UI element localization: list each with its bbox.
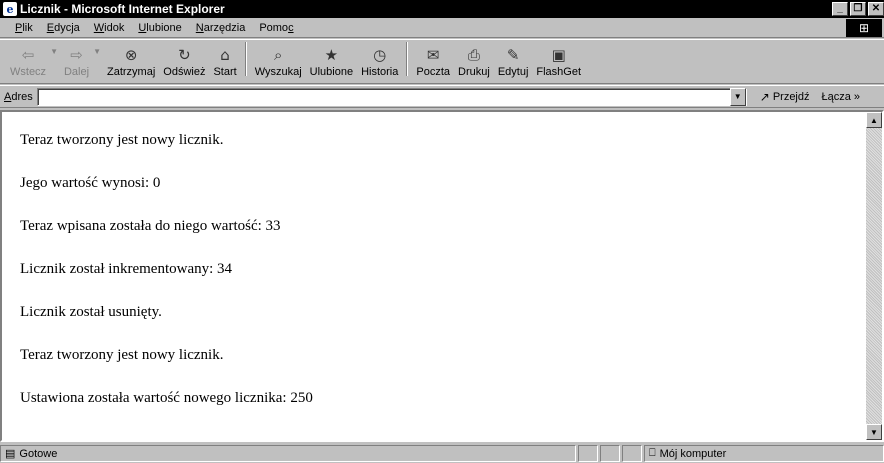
minimize-button[interactable]: _ <box>832 2 848 16</box>
title-bar: e Licznik - Microsoft Internet Explorer … <box>0 0 884 18</box>
edit-icon: ✎ <box>506 46 520 64</box>
content-line: Licznik został inkrementowany: 34 <box>20 261 233 277</box>
back-dropdown-icon[interactable]: ▼ <box>50 47 58 56</box>
security-zone: ⎕ Mój komputer <box>644 445 884 462</box>
address-input[interactable] <box>36 87 747 106</box>
refresh-button[interactable]: ↻ Odśwież <box>159 40 209 78</box>
close-button[interactable]: ✕ <box>868 2 884 16</box>
address-label: Adres <box>4 90 33 103</box>
toolbar-separator <box>406 42 409 76</box>
window-title: Licznik - Microsoft Internet Explorer <box>20 2 225 16</box>
print-button[interactable]: ⎙ Drukuj <box>454 40 494 78</box>
content-line: Ustawiona została wartość nowego licznik… <box>20 390 313 406</box>
zone-text: Mój komputer <box>659 447 727 460</box>
menu-edit[interactable]: Edycja <box>40 22 87 34</box>
stop-button[interactable]: ⊗ Zatrzymaj <box>103 40 159 78</box>
status-cell <box>578 445 598 462</box>
menu-bar: Plik Edycja Widok Ulubione Narzędzia Pom… <box>0 18 884 38</box>
content-line: Teraz wpisana została do niego wartość: … <box>20 218 281 234</box>
page-viewport: Teraz tworzony jest nowy licznik. Jego w… <box>0 110 884 442</box>
status-cell <box>600 445 620 462</box>
scroll-down-icon[interactable]: ▼ <box>866 424 882 440</box>
search-button[interactable]: ⌕ Wyszukaj <box>251 40 306 78</box>
flashget-icon: ▣ <box>551 46 566 64</box>
status-panel: ▤ Gotowe <box>0 445 576 462</box>
status-bar: ▤ Gotowe ⎕ Mój komputer <box>0 444 884 463</box>
address-bar: Adres ▼ ↗ Przejdź Łącza » <box>0 85 884 108</box>
favorites-icon: ★ <box>324 46 339 64</box>
edit-button[interactable]: ✎ Edytuj <box>494 40 533 78</box>
ie-logo-icon: e <box>3 2 17 16</box>
forward-arrow-icon: ⇨ <box>70 46 83 64</box>
status-cell <box>622 445 642 462</box>
refresh-icon: ↻ <box>178 46 191 64</box>
forward-dropdown-icon[interactable]: ▼ <box>93 47 101 56</box>
search-icon: ⌕ <box>273 46 283 64</box>
history-button[interactable]: ◷ Historia <box>357 40 402 78</box>
stop-icon: ⊗ <box>124 46 138 64</box>
standard-toolbar: ⇦ Wstecz ▼ ⇨ Dalej ▼ ⊗ Zatrzymaj ↻ Odświ… <box>0 39 884 84</box>
mail-button[interactable]: ✉ Poczta <box>412 40 454 78</box>
home-icon: ⌂ <box>220 46 230 64</box>
scroll-up-icon[interactable]: ▲ <box>866 112 882 128</box>
back-button[interactable]: ⇦ Wstecz <box>6 40 50 78</box>
go-button[interactable]: ↗ Przejdź <box>760 90 810 104</box>
toolbar-separator <box>244 42 247 76</box>
page-done-icon: ▤ <box>5 448 16 460</box>
window-controls: _ ❐ ✕ <box>830 2 884 16</box>
content-line: Teraz tworzony jest nowy licznik. <box>20 132 224 148</box>
menu-view[interactable]: Widok <box>87 22 132 34</box>
print-icon: ⎙ <box>467 46 480 64</box>
address-dropdown-icon[interactable]: ▼ <box>729 87 746 106</box>
history-icon: ◷ <box>373 46 387 64</box>
flashget-button[interactable]: ▣ FlashGet <box>532 40 585 78</box>
content-line: Teraz tworzony jest nowy licznik. <box>20 347 224 363</box>
favorites-button[interactable]: ★ Ulubione <box>306 40 357 78</box>
menu-tools[interactable]: Narzędzia <box>189 22 253 34</box>
menu-favorites[interactable]: Ulubione <box>131 22 188 34</box>
status-text: Gotowe <box>19 447 58 460</box>
home-button[interactable]: ⌂ Start <box>209 40 240 78</box>
windows-logo-icon: ⊞ <box>846 19 882 37</box>
mail-icon: ✉ <box>426 46 440 64</box>
page-content: Teraz tworzony jest nowy licznik. Jego w… <box>2 112 866 440</box>
menu-file[interactable]: Plik <box>8 22 40 34</box>
forward-button[interactable]: ⇨ Dalej <box>60 40 93 78</box>
links-button[interactable]: Łącza » <box>822 91 861 103</box>
computer-icon: ⎕ <box>649 447 656 459</box>
go-arrow-icon: ↗ <box>759 89 770 104</box>
content-line: Licznik został usunięty. <box>20 304 162 320</box>
vertical-scrollbar[interactable]: ▲ ▼ <box>866 112 882 440</box>
menu-help[interactable]: Pomoc <box>252 22 300 34</box>
content-line: Jego wartość wynosi: 0 <box>20 175 161 191</box>
restore-button[interactable]: ❐ <box>850 2 866 16</box>
back-arrow-icon: ⇦ <box>21 46 35 64</box>
